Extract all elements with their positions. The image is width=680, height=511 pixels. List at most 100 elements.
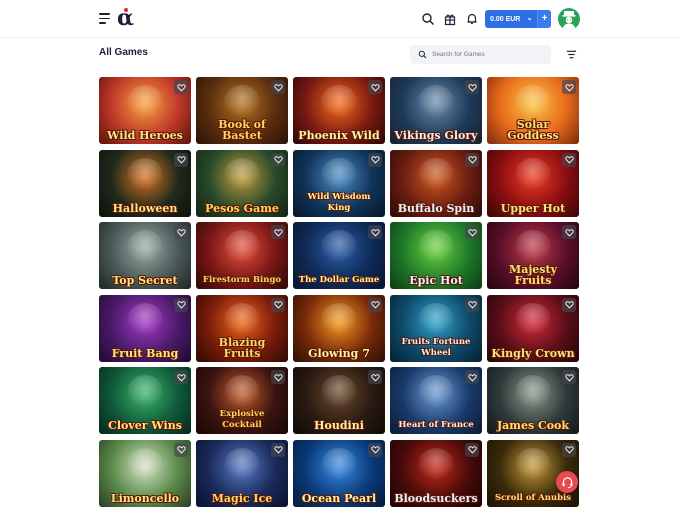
favorite-button[interactable]: [465, 80, 479, 94]
heart-icon: [564, 156, 574, 164]
favorite-button[interactable]: [562, 442, 576, 457]
game-tile[interactable]: Kingly Crown: [487, 294, 579, 362]
avatar[interactable]: [558, 8, 580, 30]
game-tile[interactable]: Solar Goddess: [487, 77, 579, 144]
support-chat-button[interactable]: [556, 471, 578, 493]
favorite-button[interactable]: [465, 152, 479, 167]
game-tile[interactable]: Blazing Fruits: [196, 294, 288, 362]
game-tile[interactable]: Glowing 7: [293, 294, 385, 362]
favorite-button[interactable]: [271, 297, 285, 312]
balance-dropdown[interactable]: 0.00 EUR ⌄ +: [485, 10, 551, 28]
game-tile[interactable]: Fruits Fortune Wheel: [390, 294, 482, 362]
game-tile[interactable]: Ocean Pearl: [293, 439, 385, 507]
game-tile[interactable]: Explosive Cocktail: [196, 367, 288, 434]
game-artwork: [514, 375, 552, 410]
favorite-button[interactable]: [465, 370, 479, 384]
game-tile[interactable]: Bloodsuckers: [390, 439, 482, 507]
balance-amount: 0.00 EUR: [490, 15, 521, 23]
game-tile[interactable]: Majesty Fruits: [487, 222, 579, 289]
favorite-button[interactable]: [271, 152, 285, 167]
favorite-button[interactable]: [562, 225, 576, 239]
gift-icon[interactable]: [443, 12, 457, 26]
favorite-button[interactable]: [368, 152, 382, 167]
game-artwork: [417, 230, 455, 265]
game-artwork: [126, 230, 164, 265]
game-tile[interactable]: Book of Bastet: [196, 77, 288, 144]
favorite-button[interactable]: [271, 370, 285, 384]
heart-icon: [467, 83, 477, 92]
favorite-button[interactable]: [271, 225, 285, 239]
game-tile[interactable]: Magic Ice: [196, 439, 288, 507]
game-title: Glowing 7: [308, 346, 370, 360]
game-artwork: [417, 447, 455, 483]
search-bar[interactable]: [410, 45, 551, 64]
game-tile[interactable]: The Dollar Game: [293, 222, 385, 289]
favorite-button[interactable]: [562, 370, 576, 384]
game-tile[interactable]: Houdini: [293, 367, 385, 434]
game-title: Top Secret: [112, 274, 178, 287]
menu-icon[interactable]: [99, 13, 110, 24]
game-tile[interactable]: Wild Heroes: [99, 77, 191, 144]
filter-icon[interactable]: [566, 49, 577, 60]
chevron-down-icon[interactable]: ⌄: [522, 10, 538, 28]
game-artwork: [514, 157, 552, 193]
favorite-button[interactable]: [465, 297, 479, 312]
game-artwork: [417, 85, 455, 120]
heart-icon: [564, 373, 574, 382]
game-tile[interactable]: Fruit Bang: [99, 294, 191, 362]
search-icon[interactable]: [421, 12, 435, 26]
favorite-button[interactable]: [368, 80, 382, 94]
game-artwork: [223, 302, 261, 338]
deposit-button[interactable]: +: [538, 10, 551, 28]
favorite-button[interactable]: [174, 297, 188, 312]
favorite-button[interactable]: [465, 442, 479, 457]
heart-icon: [467, 301, 477, 309]
game-title: Ocean Pearl: [301, 491, 377, 505]
game-tile[interactable]: James Cook: [487, 367, 579, 434]
game-tile[interactable]: Pesos Game: [196, 149, 288, 217]
game-title: Houdini: [314, 419, 364, 432]
heart-icon: [273, 83, 283, 92]
game-tile[interactable]: Clover Wins: [99, 367, 191, 434]
heart-icon: [370, 446, 380, 454]
bell-icon[interactable]: [465, 12, 479, 26]
heart-icon: [370, 373, 380, 382]
heart-icon: [176, 301, 186, 309]
favorite-button[interactable]: [174, 442, 188, 457]
favorite-button[interactable]: [174, 80, 188, 94]
heart-icon: [273, 301, 283, 309]
game-tile[interactable]: Top Secret: [99, 222, 191, 289]
game-tile[interactable]: Limoncello: [99, 439, 191, 507]
favorite-button[interactable]: [174, 225, 188, 239]
game-artwork: [126, 447, 164, 483]
game-tile[interactable]: Heart of France: [390, 367, 482, 434]
favorite-button[interactable]: [174, 370, 188, 384]
game-title: Halloween: [112, 201, 178, 215]
game-tile[interactable]: Halloween: [99, 149, 191, 217]
game-tile[interactable]: Vikings Glory: [390, 77, 482, 144]
logo[interactable]: α: [117, 6, 134, 30]
favorite-button[interactable]: [174, 152, 188, 167]
favorite-button[interactable]: [562, 152, 576, 167]
favorite-button[interactable]: [368, 225, 382, 239]
heart-icon: [370, 83, 380, 92]
heart-icon: [564, 446, 574, 454]
favorite-button[interactable]: [271, 442, 285, 457]
game-tile[interactable]: Phoenix Wild: [293, 77, 385, 144]
favorite-button[interactable]: [562, 297, 576, 312]
game-artwork: [320, 230, 358, 265]
game-tile[interactable]: Buffalo Spin: [390, 149, 482, 217]
favorite-button[interactable]: [562, 80, 576, 94]
game-tile[interactable]: Firestorm Bingo: [196, 222, 288, 289]
favorite-button[interactable]: [465, 225, 479, 239]
favorite-button[interactable]: [271, 80, 285, 94]
game-tile[interactable]: Epic Hot: [390, 222, 482, 289]
game-tile[interactable]: Wild Wisdom King: [293, 149, 385, 217]
favorite-button[interactable]: [368, 442, 382, 457]
game-artwork: [514, 302, 552, 338]
favorite-button[interactable]: [368, 297, 382, 312]
favorite-button[interactable]: [368, 370, 382, 384]
headset-icon: [561, 476, 573, 488]
game-tile[interactable]: Upper Hot: [487, 149, 579, 217]
search-input[interactable]: [432, 51, 542, 58]
